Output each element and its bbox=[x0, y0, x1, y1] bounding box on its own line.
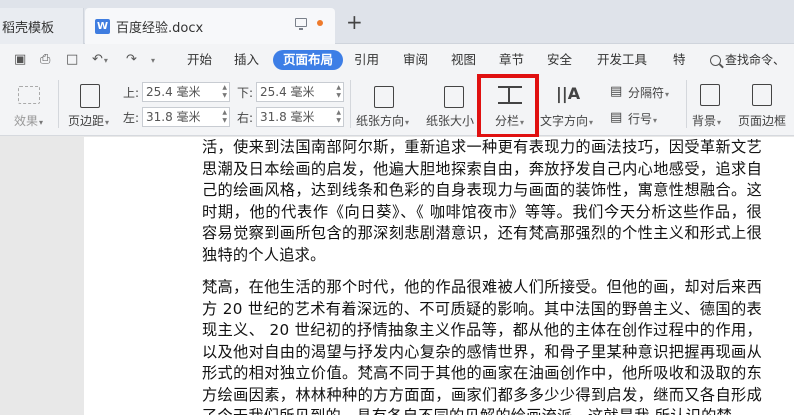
search-icon bbox=[710, 54, 721, 66]
margins-button[interactable]: 页边距▾ bbox=[66, 74, 118, 136]
menu-page-layout[interactable]: 页面布局 bbox=[273, 50, 344, 70]
title-tab-bar: 稻壳模板 W 百度经验.docx + bbox=[0, 0, 794, 44]
orientation-icon bbox=[374, 86, 394, 108]
separator-icon: ▤ bbox=[610, 84, 623, 99]
columns-highlight-box bbox=[477, 74, 539, 138]
save-icon[interactable]: ▣ bbox=[14, 52, 26, 67]
effects-label: 效果▾ bbox=[14, 114, 44, 128]
spin-arrows-icon[interactable]: ▲ ▼ bbox=[222, 84, 227, 100]
menu-references[interactable]: 引用 bbox=[354, 50, 379, 70]
page-border-icon bbox=[752, 84, 772, 106]
unsaved-dot-icon bbox=[317, 19, 323, 26]
ribbon-toolbar: 效果▾ 页边距▾ 上: 25.4 毫米 ▲ ▼ 左: 31.8 毫米 ▲ ▼ 下: … bbox=[0, 74, 794, 136]
menu-chapter[interactable]: 章节 bbox=[499, 50, 524, 70]
paper-size-label: 纸张大小 bbox=[426, 114, 475, 128]
effects-icon bbox=[18, 86, 40, 104]
effects-button[interactable]: 效果▾ bbox=[0, 74, 50, 136]
new-tab-button[interactable]: + bbox=[346, 12, 363, 32]
text-direction-button[interactable]: ||A 文字方向▾ bbox=[540, 74, 596, 136]
print-icon[interactable]: ⎙ bbox=[40, 52, 50, 67]
bottom-margin-input[interactable]: 25.4 毫米 ▲ ▼ bbox=[256, 82, 344, 102]
more-icon[interactable]: ▾ bbox=[150, 52, 155, 67]
tab-document[interactable]: W 百度经验.docx bbox=[85, 8, 335, 44]
paper-size-icon bbox=[444, 86, 464, 108]
right-margin-input[interactable]: 31.8 毫米 ▲ ▼ bbox=[256, 107, 344, 127]
toolbar-divider bbox=[58, 80, 59, 128]
document-paragraph-1: 活，使来到法国南部阿尔斯，重新追求一种更有表现力的画法技巧，因受革新文艺思潮及日… bbox=[202, 138, 762, 264]
paper-size-button[interactable]: 纸张大小 bbox=[422, 74, 476, 136]
preview-icon[interactable]: □ bbox=[66, 52, 78, 67]
tab-template-label: 稻壳模板 bbox=[2, 20, 55, 36]
left-margin-label: 左: bbox=[123, 111, 140, 125]
background-icon bbox=[700, 84, 720, 106]
menu-special[interactable]: 特 bbox=[673, 50, 686, 70]
menu-bar: ▣ ⎙ □ ↶▾ ↷ ▾ 开始 插入 页面布局 引用 审阅 视图 章节 安全 开… bbox=[0, 44, 794, 74]
toolbar-divider bbox=[686, 80, 687, 128]
top-margin-value: 25.4 毫米 bbox=[146, 85, 201, 99]
tab-template[interactable]: 稻壳模板 bbox=[0, 8, 84, 44]
page-border-label: 页面边框 bbox=[738, 114, 787, 128]
page-border-button[interactable]: 页面边框 bbox=[736, 74, 794, 136]
tab-document-label: 百度经验.docx bbox=[116, 20, 204, 36]
margins-icon bbox=[80, 84, 100, 108]
tab-tools bbox=[295, 18, 323, 30]
menu-insert[interactable]: 插入 bbox=[234, 50, 259, 70]
text-direction-label: 文字方向▾ bbox=[540, 114, 594, 128]
right-margin-value: 31.8 毫米 bbox=[260, 110, 315, 124]
left-margin-input[interactable]: 31.8 毫米 ▲ ▼ bbox=[142, 107, 230, 127]
menu-home[interactable]: 开始 bbox=[187, 50, 212, 70]
separator-label: 分隔符▾ bbox=[628, 86, 670, 100]
top-margin-label: 上: bbox=[123, 86, 140, 100]
redo-icon[interactable]: ↷ bbox=[126, 52, 137, 67]
spin-arrows-icon[interactable]: ▲ ▼ bbox=[222, 109, 227, 125]
menu-view[interactable]: 视图 bbox=[451, 50, 476, 70]
monitor-icon[interactable] bbox=[295, 18, 307, 30]
separator-button[interactable]: ▤ 分隔符▾ bbox=[608, 82, 680, 104]
search-command[interactable]: 查找命令、 bbox=[710, 50, 785, 70]
background-button[interactable]: 背景▾ bbox=[690, 74, 730, 136]
search-command-label: 查找命令、 bbox=[725, 53, 786, 67]
bottom-margin-label: 下: bbox=[237, 86, 254, 100]
left-margin-value: 31.8 毫米 bbox=[146, 110, 201, 124]
bottom-margin-value: 25.4 毫米 bbox=[260, 85, 315, 99]
top-margin-input[interactable]: 25.4 毫米 ▲ ▼ bbox=[142, 82, 230, 102]
right-margin-label: 右: bbox=[237, 111, 254, 125]
document-page[interactable]: 活，使来到法国南部阿尔斯，重新追求一种更有表现力的画法技巧，因受革新文艺思潮及日… bbox=[84, 137, 794, 415]
spin-arrows-icon[interactable]: ▲ ▼ bbox=[336, 84, 341, 100]
orientation-label: 纸张方向▾ bbox=[356, 114, 410, 128]
menu-security[interactable]: 安全 bbox=[547, 50, 572, 70]
toolbar-divider bbox=[350, 80, 351, 128]
word-doc-icon: W bbox=[95, 18, 110, 34]
text-direction-icon: ||A bbox=[556, 84, 581, 103]
document-paragraph-2: 梵高，在他生活的那个时代，他的作品很难被人们所接受。但他的画，却对后来西方 20… bbox=[202, 278, 762, 415]
line-number-label: 行号▾ bbox=[628, 112, 658, 126]
menu-review[interactable]: 审阅 bbox=[403, 50, 428, 70]
spin-arrows-icon[interactable]: ▲ ▼ bbox=[336, 109, 341, 125]
line-number-icon: ▤ bbox=[610, 110, 623, 125]
undo-icon[interactable]: ↶▾ bbox=[92, 52, 108, 67]
line-number-button[interactable]: ▤ 行号▾ bbox=[608, 108, 680, 130]
background-label: 背景▾ bbox=[692, 114, 722, 128]
orientation-button[interactable]: 纸张方向▾ bbox=[354, 74, 418, 136]
margins-label: 页边距▾ bbox=[68, 114, 110, 128]
menu-developer[interactable]: 开发工具 bbox=[597, 50, 647, 70]
